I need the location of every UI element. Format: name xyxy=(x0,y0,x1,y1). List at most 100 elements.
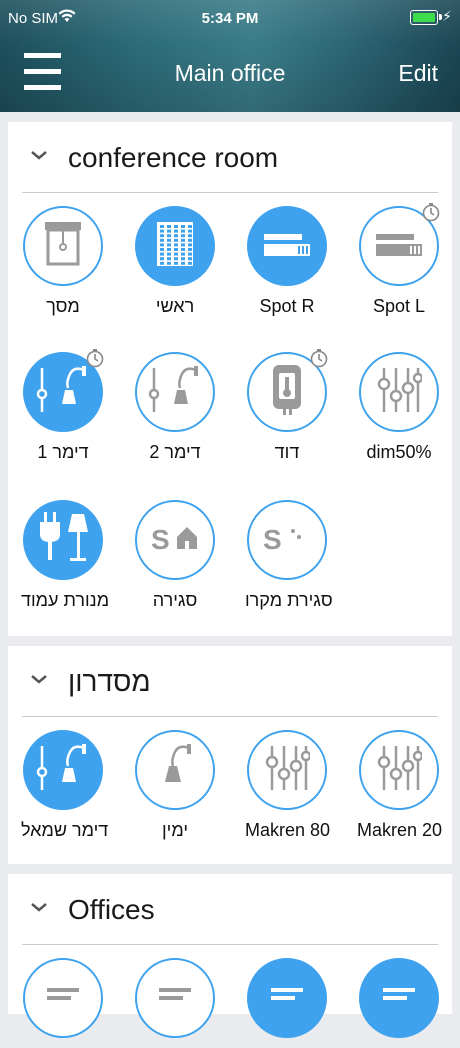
device-label: Makren 20 xyxy=(357,820,443,840)
device-label: מסך xyxy=(46,296,80,316)
device-toggle-button[interactable] xyxy=(23,349,104,432)
device-tile[interactable]: מנורת עמוד xyxy=(21,500,110,611)
svg-text:S: S xyxy=(151,524,170,555)
device-tile[interactable]: ראשי xyxy=(133,206,217,317)
chevron-down-icon xyxy=(31,675,47,684)
section-title: Offices xyxy=(68,894,155,925)
sliders-icon xyxy=(264,742,312,799)
spot-light-icon xyxy=(374,224,424,269)
device-icon xyxy=(379,986,419,1011)
device-toggle-button[interactable] xyxy=(135,206,215,286)
device-label: דימר 1 xyxy=(37,442,89,462)
svg-text:S: S xyxy=(263,524,282,555)
device-tile[interactable] xyxy=(21,958,105,1048)
spot-light-icon xyxy=(262,224,312,269)
chevron-down-icon xyxy=(31,151,47,160)
device-tile[interactable]: דימר 1 xyxy=(21,349,105,463)
device-label: מנורת עמוד xyxy=(21,590,110,610)
device-label: dim50% xyxy=(366,442,432,462)
device-toggle-button[interactable]: S xyxy=(135,500,215,580)
device-tile[interactable]: Makren 80 xyxy=(245,730,331,841)
wall-lamp-dimmer-icon xyxy=(34,742,92,799)
device-toggle-button[interactable] xyxy=(23,958,103,1038)
plug-lamp-icon xyxy=(34,510,92,571)
main-panel-icon xyxy=(155,220,195,273)
device-toggle-button[interactable] xyxy=(23,730,103,810)
device-tile[interactable]: דימר שמאל xyxy=(21,730,109,841)
device-toggle-button[interactable] xyxy=(23,500,103,580)
section-title: conference room xyxy=(68,142,279,173)
device-icon xyxy=(155,986,195,1011)
timer-clock-icon xyxy=(421,202,441,222)
device-tile[interactable]: Spot L xyxy=(357,203,441,317)
device-label: Makren 80 xyxy=(245,820,331,840)
device-label: דימר שמאל xyxy=(21,820,109,840)
device-tile[interactable]: דוד xyxy=(245,349,329,463)
section-header[interactable]: conference room xyxy=(8,122,452,194)
device-toggle-button[interactable] xyxy=(23,206,103,286)
water-heater-icon xyxy=(267,363,307,422)
section-conference-room: conference room מסך ראשי Spot R Spot L דימר … xyxy=(8,122,452,636)
device-tile[interactable]: dim50% xyxy=(357,352,441,463)
screen-icon xyxy=(41,220,85,273)
header-bar: No SIM 5:34 PM ⚡ Main office Edit xyxy=(0,0,460,112)
battery-icon xyxy=(410,10,442,25)
device-label: ראשי xyxy=(155,296,195,316)
device-tile[interactable]: S סגירה xyxy=(133,500,217,611)
device-tile[interactable]: Makren 20 xyxy=(357,730,443,841)
wall-lamp-icon xyxy=(153,742,197,799)
page-title: Main office xyxy=(174,60,286,86)
timer-clock-icon xyxy=(309,348,329,368)
device-icon xyxy=(267,986,307,1011)
device-toggle-button[interactable]: S xyxy=(247,500,327,580)
device-tile[interactable]: ימין xyxy=(133,730,217,841)
device-toggle-button[interactable] xyxy=(359,352,439,432)
scene-night-icon: S xyxy=(261,521,313,560)
device-toggle-button[interactable] xyxy=(359,730,439,810)
section-divider xyxy=(22,944,438,945)
device-toggle-button[interactable] xyxy=(135,352,215,432)
device-tile[interactable] xyxy=(245,958,329,1048)
device-tile[interactable]: S סגירת מקרו xyxy=(245,500,333,611)
section-header[interactable]: Offices xyxy=(8,874,452,946)
device-label: ימין xyxy=(161,820,189,840)
device-tile[interactable] xyxy=(357,958,441,1048)
device-toggle-button[interactable] xyxy=(359,958,439,1038)
scene-home-icon: S xyxy=(149,521,201,560)
section-corridor: מסדרון דימר שמאל ימין Makren 80 Makren 20 xyxy=(8,646,452,864)
device-label: דוד xyxy=(274,442,300,462)
device-tile[interactable]: דימר 2 xyxy=(133,352,217,463)
device-tile[interactable] xyxy=(133,958,217,1048)
device-label: סגירת מקרו xyxy=(245,590,333,610)
device-toggle-button[interactable] xyxy=(247,349,328,432)
device-label: סגירה xyxy=(152,590,198,610)
section-title: מסדרון xyxy=(68,666,151,697)
timer-clock-icon xyxy=(85,348,105,368)
device-toggle-button[interactable] xyxy=(135,958,215,1038)
device-toggle-button[interactable] xyxy=(135,730,215,810)
device-toggle-button[interactable] xyxy=(247,958,327,1038)
section-header[interactable]: מסדרון xyxy=(8,646,452,718)
wall-lamp-dimmer-icon xyxy=(146,364,204,421)
charging-icon: ⚡ xyxy=(442,8,452,24)
device-label: דימר 2 xyxy=(149,442,201,462)
chevron-down-icon xyxy=(31,903,47,912)
edit-button[interactable]: Edit xyxy=(398,60,438,87)
device-icon xyxy=(43,986,83,1011)
device-toggle-button[interactable] xyxy=(247,730,327,810)
device-toggle-button[interactable] xyxy=(359,203,440,286)
device-label: Spot L xyxy=(372,296,426,316)
device-label: Spot R xyxy=(259,296,315,316)
clock-time: 5:34 PM xyxy=(201,10,259,27)
status-bar: No SIM 5:34 PM ⚡ xyxy=(0,0,460,36)
nav-bar: Main office Edit xyxy=(0,44,460,104)
wall-lamp-dimmer-icon xyxy=(34,364,92,421)
device-tile[interactable]: Spot R xyxy=(245,206,329,317)
section-divider xyxy=(22,192,438,193)
sliders-icon xyxy=(376,742,424,799)
sliders-icon xyxy=(376,364,424,421)
device-tile[interactable]: מסך xyxy=(21,206,105,317)
section-divider xyxy=(22,716,438,717)
device-toggle-button[interactable] xyxy=(247,206,327,286)
section-offices: Offices xyxy=(8,874,452,1038)
